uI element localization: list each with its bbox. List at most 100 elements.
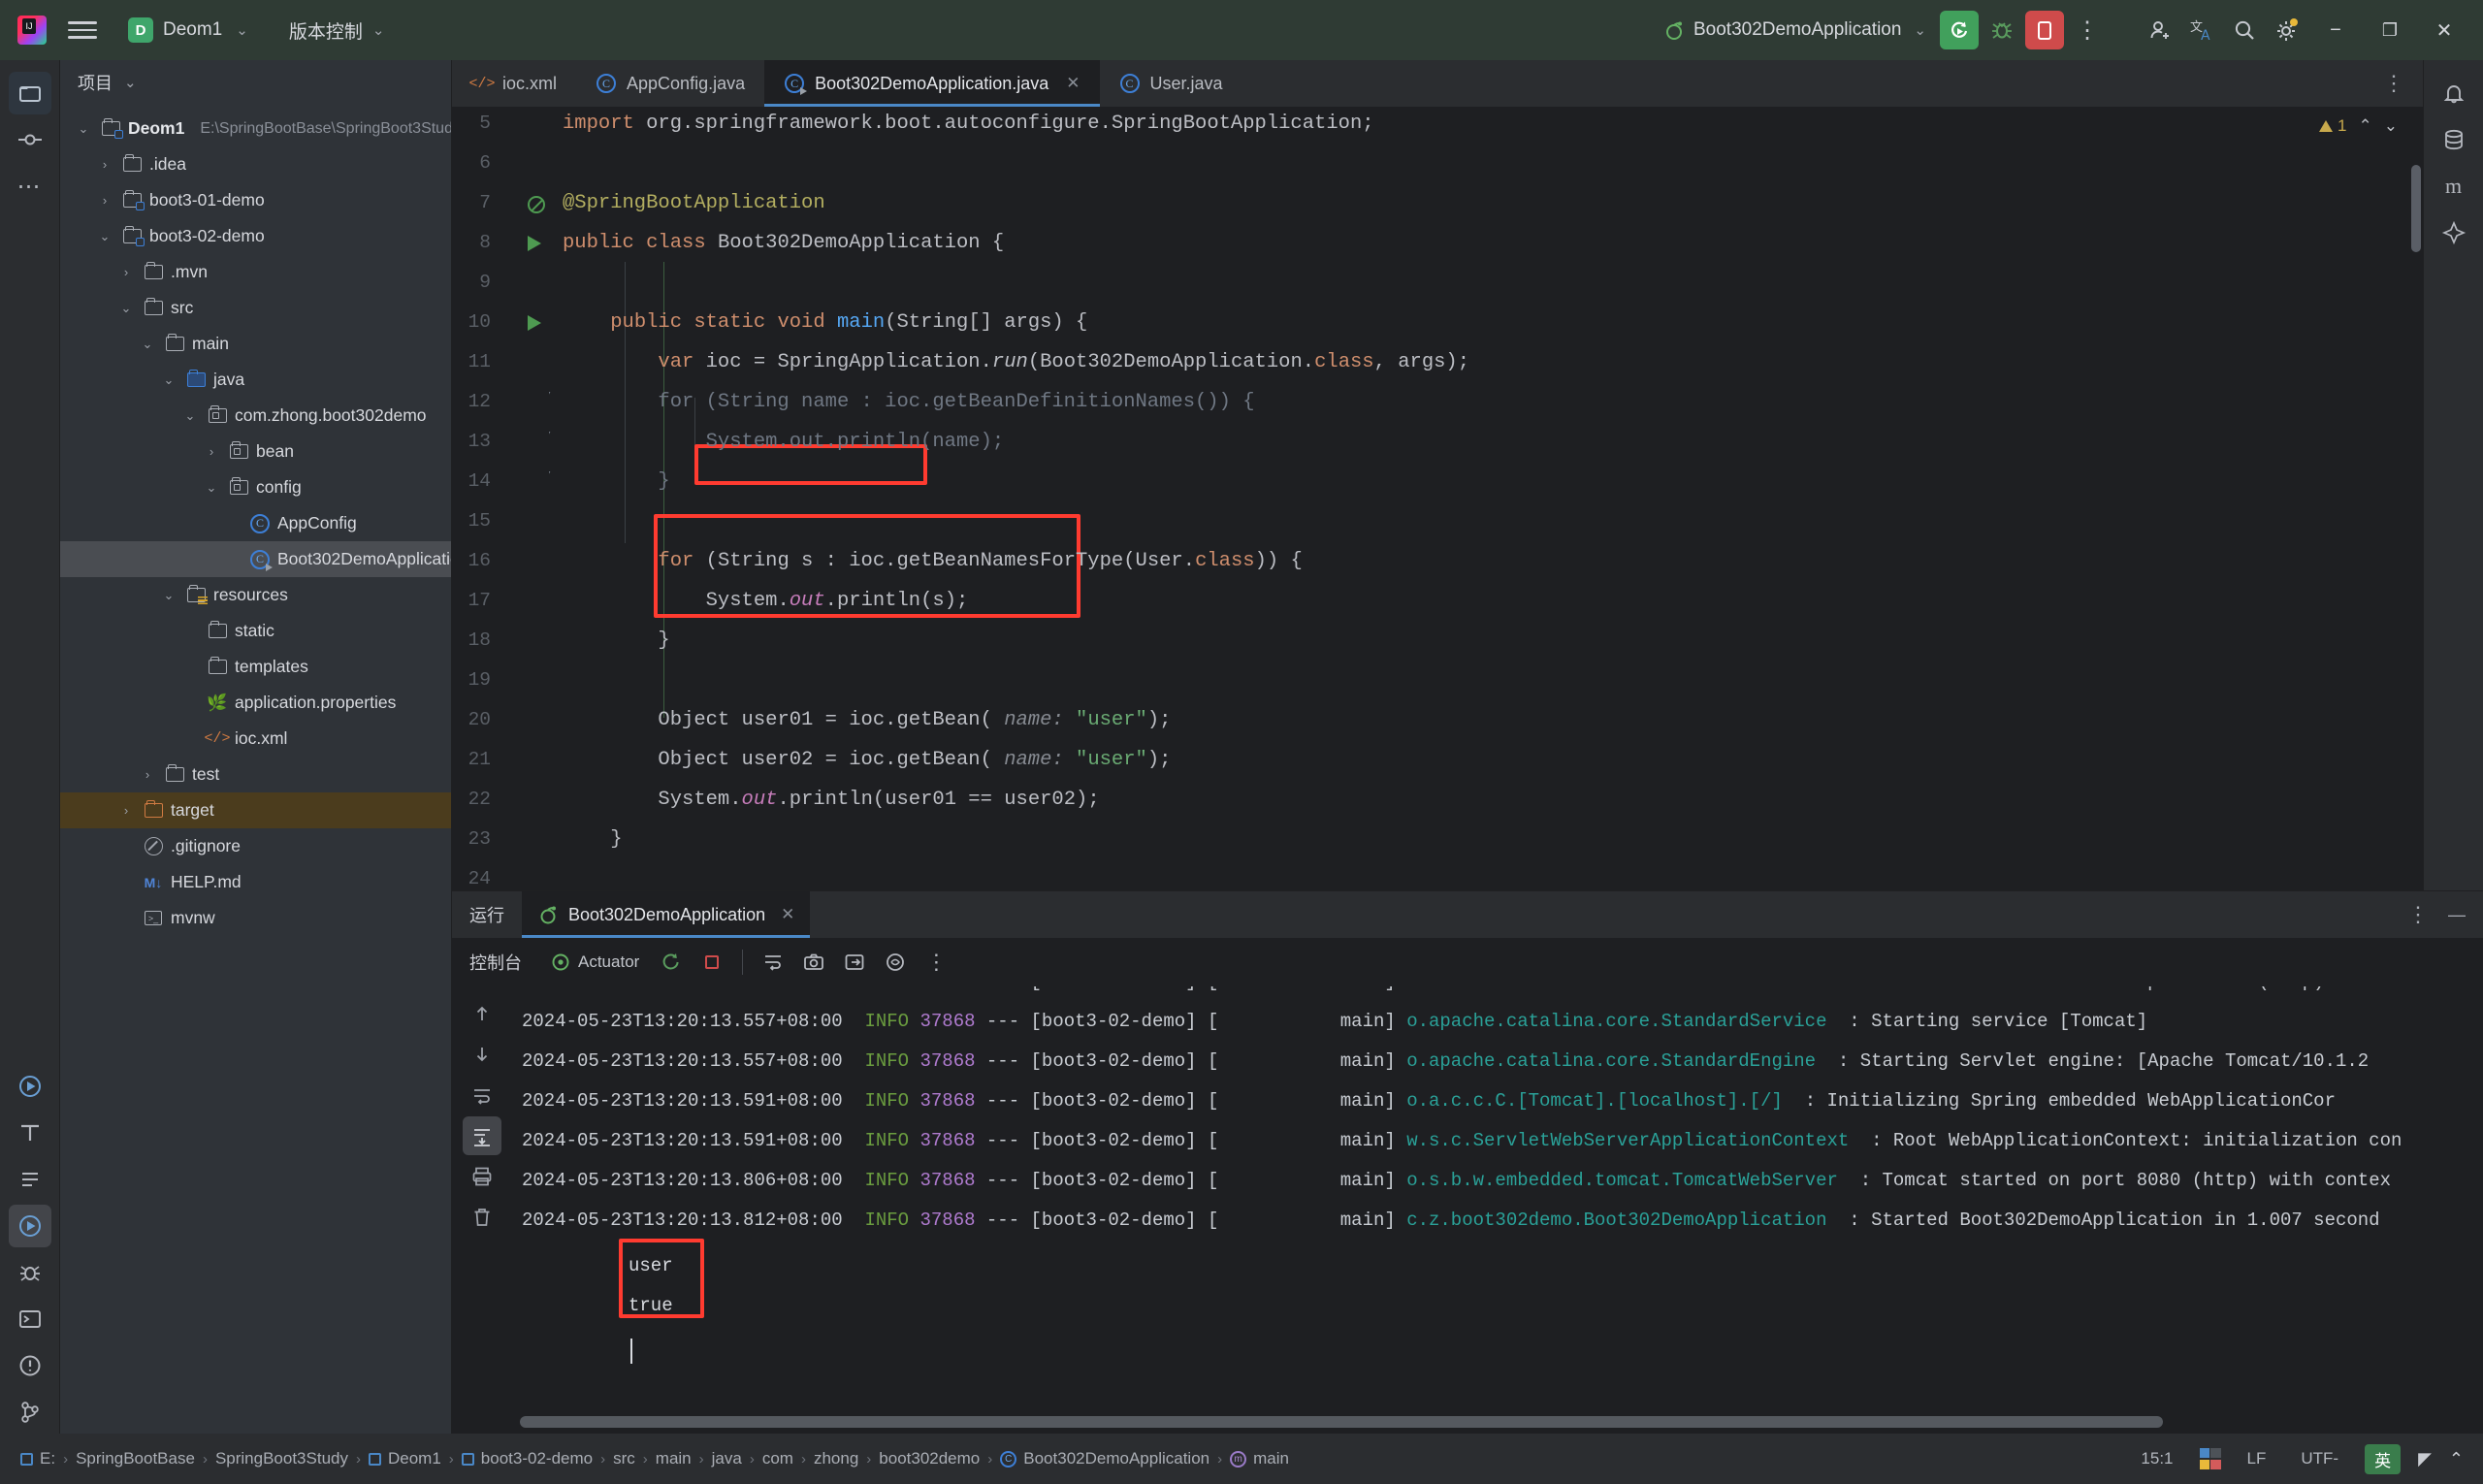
tree-expand-arrow[interactable]: › [138, 767, 157, 782]
code-line-13[interactable]: System.out.println(name); [563, 431, 1004, 453]
more-run-options-button[interactable]: ⋮ [2068, 11, 2107, 49]
main-menu-icon[interactable] [68, 18, 97, 42]
rerun-button[interactable] [1940, 11, 1979, 49]
previous-problem-icon[interactable]: ⌃ [2359, 116, 2372, 136]
tree-node-config[interactable]: ⌄config [60, 469, 451, 505]
run-tab[interactable]: Boot302DemoApplication ✕ [522, 891, 810, 938]
run-panel-options-icon[interactable]: ⋮ [2407, 902, 2429, 927]
warning-count[interactable]: 1 [2319, 116, 2346, 136]
ai-assistant-button[interactable] [2433, 211, 2475, 254]
breadcrumb-item-boot302demo[interactable]: boot302demo [872, 1445, 986, 1472]
tool-window-project[interactable] [9, 72, 51, 114]
scroll-to-end-toggle[interactable] [463, 1116, 501, 1155]
tree-expand-arrow[interactable]: ⌄ [138, 337, 157, 352]
tree-node-main[interactable]: ⌄main [60, 326, 451, 362]
editor-tab-bar[interactable]: </>ioc.xmlCAppConfig.javaCBoot302DemoApp… [452, 60, 2423, 107]
editor-tab-appconfig-java[interactable]: CAppConfig.java [576, 60, 764, 107]
breadcrumb-item-springboot3study[interactable]: SpringBoot3Study [209, 1445, 355, 1472]
code-line-21[interactable]: Object user02 = ioc.getBean( name: "user… [563, 749, 1171, 771]
tree-node--idea[interactable]: ›.idea [60, 146, 451, 182]
maven-button[interactable]: m [2433, 165, 2475, 208]
console-horizontal-scrollbar[interactable] [520, 1416, 2163, 1428]
project-tree[interactable]: ⌄Deom1E:\SpringBootBase\SpringBoot3Study… [60, 105, 451, 1434]
run-tab-close-icon[interactable]: ✕ [781, 905, 794, 924]
chevron-down-icon[interactable]: ⌄ [124, 74, 137, 91]
code-line-8[interactable]: public class Boot302DemoApplication { [563, 232, 1004, 254]
code-line-10[interactable]: public static void main(String[] args) { [563, 311, 1087, 334]
tool-window-more[interactable]: ⋯ [9, 165, 51, 208]
breadcrumb-item-e-[interactable]: E: [14, 1445, 62, 1472]
code-line-5[interactable]: import org.springframework.boot.autoconf… [563, 113, 1374, 135]
tree-node-appconfig[interactable]: CAppConfig [60, 505, 451, 541]
vcs-selector[interactable]: 版本控制 ⌄ [279, 13, 395, 48]
tree-expand-arrow[interactable]: › [116, 803, 136, 818]
tree-node-boot3-02-demo[interactable]: ⌄boot3-02-demo [60, 218, 451, 254]
code-line-7[interactable]: @SpringBootApplication [563, 192, 825, 214]
ime-indicator[interactable]: 英 [2365, 1444, 2401, 1474]
breadcrumb-item-zhong[interactable]: zhong [807, 1445, 865, 1472]
print-button[interactable] [463, 1157, 501, 1196]
scroll-down-button[interactable] [463, 1035, 501, 1074]
database-button[interactable] [2433, 118, 2475, 161]
tree-node-boot302demoapplication[interactable]: CBoot302DemoApplication [60, 541, 451, 577]
inspection-widget[interactable]: 1 ⌃ ⌄ [2319, 116, 2398, 136]
tool-window-run-selected[interactable] [9, 1205, 51, 1247]
console-stop-button[interactable] [693, 944, 730, 981]
breadcrumb-item-boot3-02-demo[interactable]: boot3-02-demo [455, 1445, 599, 1472]
minimize-button[interactable]: − [2310, 8, 2361, 52]
bean-gutter-icon[interactable] [528, 196, 545, 213]
console-output[interactable]: 2024-05-23T13:20:13.551+08:00 INFO 37868… [512, 986, 2483, 1434]
breadcrumb-item-main[interactable]: mmain [1223, 1445, 1296, 1472]
tool-window-terminal-t[interactable] [9, 1112, 51, 1154]
tree-expand-arrow[interactable]: ⌄ [180, 408, 200, 424]
tool-window-run[interactable] [9, 1065, 51, 1108]
tree-expand-arrow[interactable]: ⌄ [159, 372, 178, 388]
tray-green-icon[interactable]: ◤ [2418, 1449, 2432, 1469]
breadcrumb-item-java[interactable]: java [705, 1445, 749, 1472]
translate-button[interactable]: 文A [2182, 11, 2221, 49]
file-encoding[interactable]: UTF- [2292, 1445, 2347, 1472]
tree-node-boot3-01-demo[interactable]: ›boot3-01-demo [60, 182, 451, 218]
code-line-14[interactable]: } [563, 470, 670, 493]
soft-wrap-toggle[interactable] [463, 1076, 501, 1114]
code-line-17[interactable]: System.out.println(s); [563, 590, 968, 612]
tree-node-bean[interactable]: ›bean [60, 434, 451, 469]
code-line-22[interactable]: System.out.println(user01 == user02); [563, 789, 1100, 811]
next-problem-icon[interactable]: ⌄ [2384, 116, 2398, 136]
tree-node--mvn[interactable]: ›.mvn [60, 254, 451, 290]
tree-expand-arrow[interactable]: ⌄ [116, 301, 136, 316]
maximize-button[interactable]: ❐ [2365, 8, 2415, 52]
tool-window-bookmarks[interactable] [9, 1158, 51, 1201]
code-line-16[interactable]: for (String s : ioc.getBeanNamesForType(… [563, 550, 1303, 572]
tree-node-java[interactable]: ⌄java [60, 362, 451, 398]
tree-expand-arrow[interactable]: ⌄ [74, 121, 93, 137]
tree-expand-arrow[interactable]: › [95, 157, 114, 172]
settings-button[interactable] [2268, 11, 2306, 49]
tree-node-templates[interactable]: templates [60, 649, 451, 685]
editor-tab-options-icon[interactable]: ⋮ [2366, 60, 2423, 107]
breadcrumb-item-deom1[interactable]: Deom1 [362, 1445, 448, 1472]
tool-window-git[interactable] [9, 1391, 51, 1434]
tray-arrow-icon[interactable]: ⌃ [2449, 1449, 2464, 1469]
editor-tab-ioc-xml[interactable]: </>ioc.xml [452, 60, 576, 107]
breadcrumb[interactable]: E:›SpringBootBase›SpringBoot3Study›Deom1… [14, 1445, 1296, 1472]
actuator-tab[interactable]: Actuator [541, 948, 649, 977]
search-everywhere-button[interactable] [2225, 11, 2264, 49]
tree-expand-arrow[interactable]: › [95, 193, 114, 208]
editor-tab-boot302demoapplication-java[interactable]: CBoot302DemoApplication.java✕ [764, 60, 1099, 107]
close-button[interactable]: ✕ [2419, 8, 2469, 52]
breadcrumb-item-com[interactable]: com [756, 1445, 800, 1472]
run-gutter-icon[interactable] [528, 315, 541, 331]
stop-button[interactable] [2025, 11, 2064, 49]
debug-button[interactable] [1983, 11, 2021, 49]
add-account-button[interactable] [2140, 11, 2178, 49]
tree-node-src[interactable]: ⌄src [60, 290, 451, 326]
editor-tab-user-java[interactable]: CUser.java [1100, 60, 1242, 107]
notifications-button[interactable] [2433, 72, 2475, 114]
scroll-up-button[interactable] [463, 994, 501, 1033]
breadcrumb-item-boot302demoapplication[interactable]: CBoot302DemoApplication [993, 1445, 1216, 1472]
project-selector[interactable]: D Deom1 ⌄ [118, 13, 258, 48]
tree-node-mvnw[interactable]: >_mvnw [60, 900, 451, 936]
tree-node-ioc-xml[interactable]: </>ioc.xml [60, 721, 451, 757]
breadcrumb-item-springbootbase[interactable]: SpringBootBase [69, 1445, 202, 1472]
